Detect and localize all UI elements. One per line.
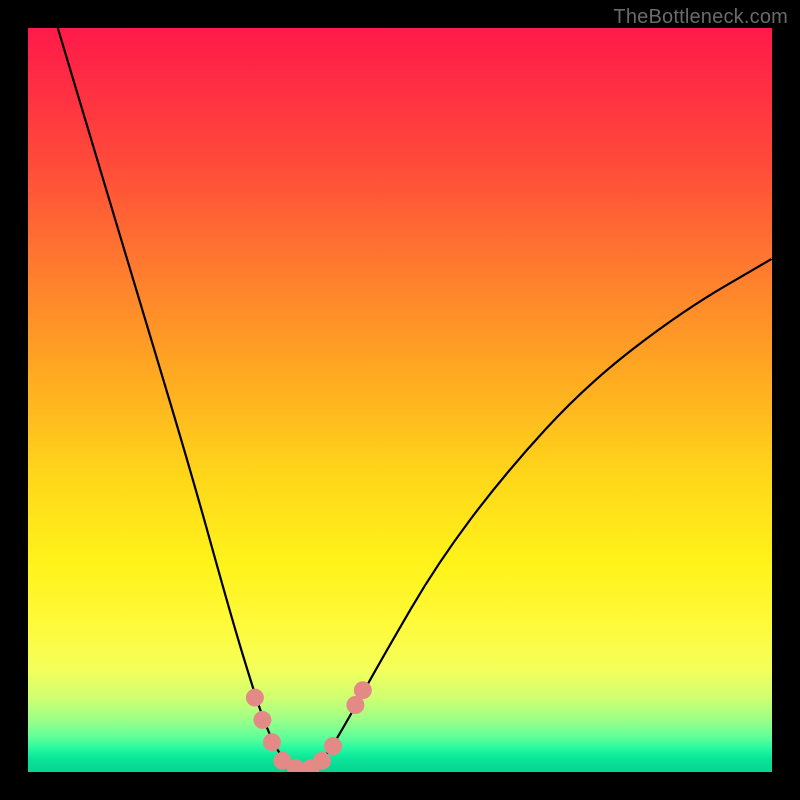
data-marker — [324, 737, 342, 755]
data-marker — [313, 752, 331, 770]
data-markers — [246, 681, 372, 772]
chart-plot-area — [28, 28, 772, 772]
data-marker — [253, 711, 271, 729]
data-marker — [354, 681, 372, 699]
watermark-text: TheBottleneck.com — [613, 6, 788, 29]
bottleneck-curve — [58, 28, 772, 772]
data-marker — [246, 689, 264, 707]
chart-overlay — [28, 28, 772, 772]
data-marker — [263, 733, 281, 751]
